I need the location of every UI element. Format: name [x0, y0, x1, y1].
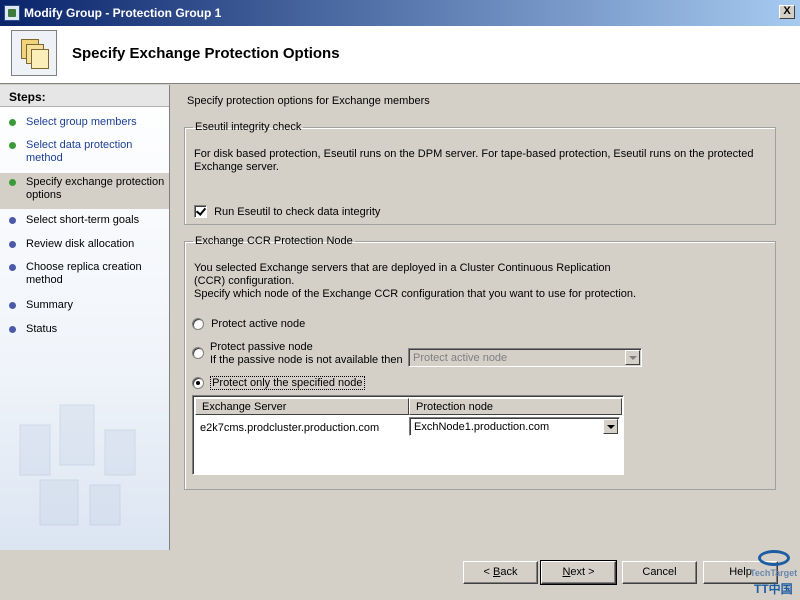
fallback-combo[interactable]: Protect active node — [408, 348, 642, 367]
protect-specified-label[interactable]: Protect only the specified node — [210, 376, 365, 391]
run-eseutil-checkbox[interactable] — [194, 205, 207, 218]
cancel-button[interactable]: Cancel — [622, 561, 697, 584]
ccr-description: You selected Exchange servers that are d… — [194, 262, 611, 287]
step-pending-icon — [9, 241, 16, 248]
fallback-value: Protect active node — [413, 352, 508, 364]
eye-logo-icon — [758, 550, 790, 566]
step-choose-replica-creation-method[interactable]: Choose replica creation method — [0, 258, 169, 296]
protect-active-label[interactable]: Protect active node — [211, 318, 305, 330]
chevron-down-icon — [625, 350, 640, 365]
page-title: Specify Exchange Protection Options — [72, 45, 340, 62]
window-title: Modify Group - Protection Group 1 — [24, 6, 222, 20]
protect-active-radio[interactable] — [192, 318, 204, 331]
protection-node-combo[interactable]: ExchNode1.production.com — [409, 417, 620, 436]
radio-specified-row: Protect only the specified node — [192, 376, 365, 391]
step-pending-icon — [9, 264, 16, 271]
step-summary[interactable]: Summary — [0, 296, 169, 320]
techtarget-watermark: TechTarget TT中国 — [750, 550, 798, 598]
step-pending-icon — [9, 326, 16, 333]
eseutil-option: Run Eseutil to check data integrity — [194, 205, 380, 218]
step-pending-icon — [9, 217, 16, 224]
steps-sidebar: Steps: Select group members Select data … — [0, 85, 170, 550]
step-label: Choose replica creation method — [26, 261, 142, 286]
ccr-instruction: Specify which node of the Exchange CCR c… — [194, 288, 637, 300]
protection-node-value: ExchNode1.production.com — [414, 421, 550, 433]
protect-passive-radio[interactable] — [192, 347, 204, 360]
step-select-data-protection-method[interactable]: Select data protection method — [0, 136, 169, 173]
column-header-protection-node[interactable]: Protection node — [409, 398, 622, 415]
watermark-text-1: TechTarget — [750, 568, 798, 578]
eseutil-legend: Eseutil integrity check — [195, 121, 302, 133]
step-select-short-term-goals[interactable]: Select short-term goals — [0, 211, 169, 235]
steps-heading: Steps: — [0, 85, 169, 107]
protection-group-icon — [11, 30, 57, 76]
step-status[interactable]: Status — [0, 320, 169, 344]
ccr-legend: Exchange CCR Protection Node — [195, 235, 353, 247]
step-done-icon — [9, 179, 16, 186]
radio-passive-row — [192, 347, 204, 360]
back-button[interactable]: < Back — [463, 561, 538, 584]
step-label: Review disk allocation — [26, 238, 135, 250]
radio-active-row: Protect active node — [192, 318, 305, 331]
passive-fallback-label: If the passive node is not available the… — [210, 354, 403, 366]
chevron-down-icon — [603, 419, 618, 434]
ccr-group: Exchange CCR Protection Node You selecte… — [184, 235, 776, 490]
step-label: Select group members — [26, 116, 137, 128]
protect-specified-radio[interactable] — [192, 377, 204, 390]
watermark-text-2: TT中国 — [754, 582, 793, 596]
step-label: Select short-term goals — [26, 214, 140, 226]
step-select-group-members[interactable]: Select group members — [0, 113, 169, 136]
step-review-disk-allocation[interactable]: Review disk allocation — [0, 235, 169, 258]
step-specify-exchange-protection-options[interactable]: Specify exchange protection options — [0, 173, 169, 209]
wizard-header: Specify Exchange Protection Options — [0, 26, 800, 84]
protect-passive-label[interactable]: Protect passive node — [210, 341, 313, 354]
step-label: Specify exchange protection options — [26, 176, 165, 201]
step-pending-icon — [9, 302, 16, 309]
column-header-exchange-server[interactable]: Exchange Server — [195, 398, 409, 415]
next-button[interactable]: Next > — [540, 560, 617, 585]
step-label: Summary — [26, 299, 74, 311]
close-button[interactable]: X — [779, 5, 795, 19]
step-done-icon — [9, 119, 16, 126]
main-content: Specify protection options for Exchange … — [171, 85, 800, 550]
servers-watermark-art — [19, 404, 136, 526]
title-bar: Modify Group - Protection Group 1 X — [0, 0, 800, 26]
ccr-node-grid: Exchange Server Protection node e2k7cms.… — [192, 395, 624, 475]
step-done-icon — [9, 142, 16, 149]
step-label: Status — [26, 323, 58, 335]
intro-text: Specify protection options for Exchange … — [187, 95, 430, 107]
eseutil-group: Eseutil integrity check For disk based p… — [184, 121, 776, 225]
eseutil-description: For disk based protection, Eseutil runs … — [194, 148, 754, 173]
step-label: Select data protection method — [26, 139, 133, 164]
exchange-server-cell: e2k7cms.prodcluster.production.com — [200, 422, 380, 434]
run-eseutil-label[interactable]: Run Eseutil to check data integrity — [214, 206, 380, 218]
app-icon — [4, 5, 20, 21]
